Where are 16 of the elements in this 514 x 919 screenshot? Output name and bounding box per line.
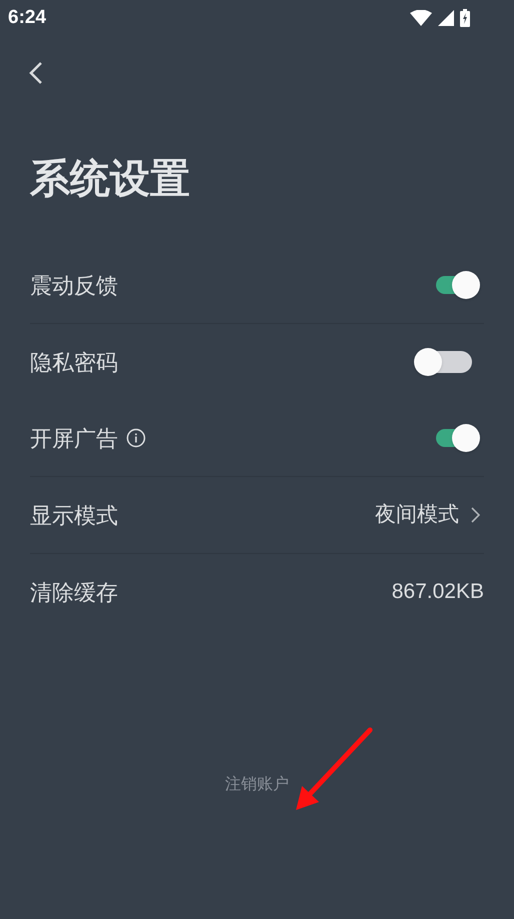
chevron-right-icon[interactable] bbox=[471, 507, 480, 523]
cancel-account-link[interactable]: 注销账户 bbox=[225, 773, 289, 797]
battery-icon bbox=[460, 9, 470, 27]
wifi-icon bbox=[410, 10, 432, 26]
setting-label: 震动反馈 bbox=[30, 272, 118, 300]
setting-label: 隐私密码 bbox=[30, 348, 118, 376]
setting-label: 清除缓存 bbox=[30, 578, 118, 606]
toggle-switch[interactable] bbox=[414, 347, 472, 377]
setting-label: 开屏广告 bbox=[30, 424, 118, 452]
signal-icon bbox=[438, 10, 454, 26]
page-title: 系统设置 bbox=[30, 156, 190, 202]
cache-size: 867.02KB bbox=[392, 579, 484, 606]
setting-value: 夜间模式 bbox=[375, 502, 459, 528]
status-time: 6:24 bbox=[8, 6, 46, 30]
setting-label: 显示模式 bbox=[30, 502, 118, 530]
info-icon[interactable] bbox=[126, 428, 146, 448]
